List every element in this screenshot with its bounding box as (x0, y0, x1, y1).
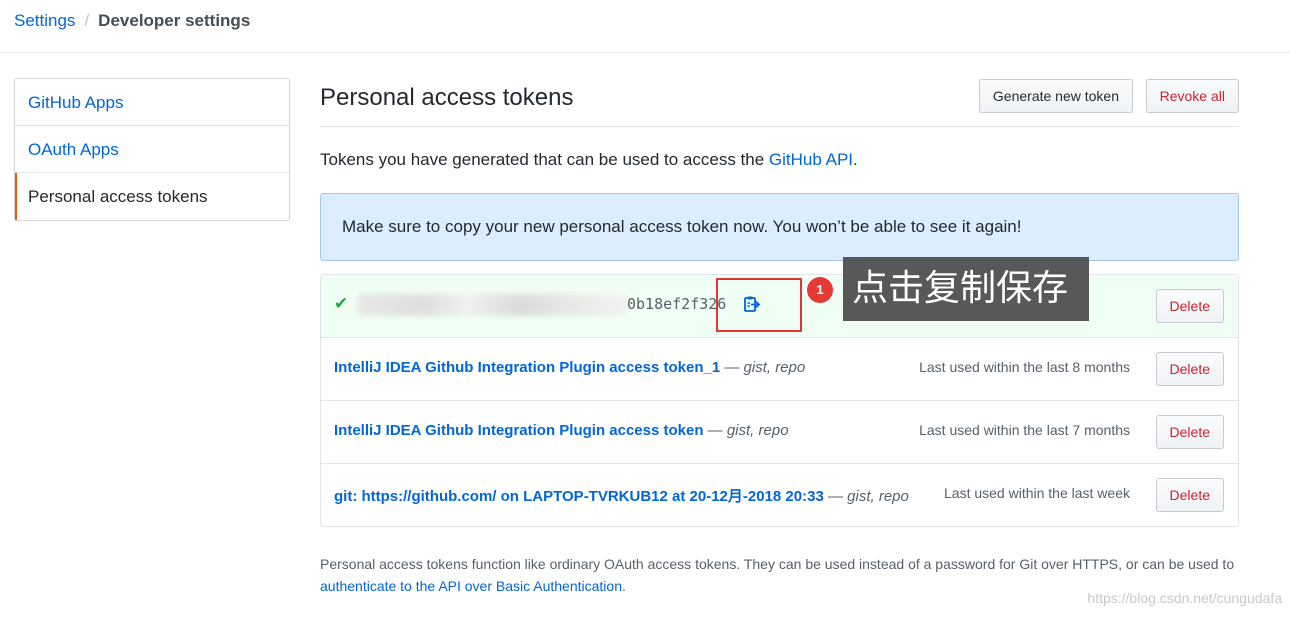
token-scopes: gist, repo (743, 359, 806, 376)
copy-highlight-box (716, 278, 802, 332)
delete-token-button[interactable]: Delete (1155, 415, 1224, 449)
generate-new-token-button[interactable]: Generate new token (978, 79, 1133, 113)
token-separator: — (707, 422, 723, 439)
intro-sentence: Tokens you have generated that can be us… (320, 150, 769, 169)
token-separator: — (827, 488, 843, 505)
flash-notice: Make sure to copy your new personal acce… (320, 193, 1239, 261)
token-row: IntelliJ IDEA Github Integration Plugin … (321, 338, 1238, 401)
token-row: git: https://github.com/ on LAPTOP-TVRKU… (321, 464, 1238, 526)
breadcrumb: Settings / Developer settings (14, 10, 250, 32)
delete-token-button[interactable]: Delete (1155, 478, 1224, 512)
token-row: IntelliJ IDEA Github Integration Plugin … (321, 401, 1238, 464)
note-text: Personal access tokens function like ord… (320, 556, 1235, 572)
token-scopes: gist, repo (726, 422, 789, 439)
token-name-link[interactable]: IntelliJ IDEA Github Integration Plugin … (334, 422, 704, 439)
breadcrumb-settings-link[interactable]: Settings (14, 11, 75, 30)
new-token-row: ✔ 0b18ef2f326 1 点击复制保存 Delete (321, 257, 1238, 338)
delete-token-button[interactable]: Delete (1155, 289, 1224, 323)
intro-suffix: . (853, 150, 858, 169)
sidebar-item-github-apps[interactable]: GitHub Apps (15, 79, 289, 126)
watermark: https://blog.csdn.net/cungudafa (1087, 590, 1282, 606)
sidebar-item-personal-access-tokens[interactable]: Personal access tokens (15, 173, 289, 220)
page-title: Personal access tokens (320, 84, 574, 111)
token-description: git: https://github.com/ on LAPTOP-TVRKU… (334, 485, 909, 506)
token-description: IntelliJ IDEA Github Integration Plugin … (334, 359, 805, 376)
top-bar: Settings / Developer settings (0, 0, 1290, 53)
developer-settings-sidebar: GitHub Apps OAuth Apps Personal access t… (14, 78, 290, 221)
token-separator: — (724, 359, 740, 376)
token-last-used: Last used within the last 7 months (919, 422, 1130, 438)
token-name-link[interactable]: git: https://github.com/ on LAPTOP-TVRKU… (334, 488, 824, 505)
sidebar-item-oauth-apps[interactable]: OAuth Apps (15, 126, 289, 173)
annotation-callout: 点击复制保存 (843, 257, 1089, 321)
delete-token-button[interactable]: Delete (1155, 352, 1224, 386)
main-content: Personal access tokens Generate new toke… (320, 78, 1239, 527)
github-api-link[interactable]: GitHub API (769, 150, 853, 169)
token-scopes: gist, repo (847, 488, 909, 505)
token-last-used: Last used within the last week (944, 485, 1130, 501)
subhead: Personal access tokens Generate new toke… (320, 78, 1239, 127)
check-icon: ✔ (334, 294, 349, 313)
token-value[interactable]: 0b18ef2f326 (627, 295, 726, 313)
note-suffix: . (621, 578, 626, 594)
redacted-token (357, 294, 629, 316)
step-badge: 1 (807, 277, 833, 303)
breadcrumb-current: Developer settings (98, 11, 251, 30)
token-name-link[interactable]: IntelliJ IDEA Github Integration Plugin … (334, 359, 720, 376)
intro-text: Tokens you have generated that can be us… (320, 150, 858, 170)
basic-auth-link[interactable]: authenticate to the API over Basic Authe… (320, 578, 622, 594)
token-last-used: Last used within the last 8 months (919, 359, 1130, 375)
token-list: ✔ 0b18ef2f326 1 点击复制保存 Delete IntelliJ I… (320, 257, 1239, 527)
breadcrumb-separator: / (84, 11, 90, 30)
token-description: IntelliJ IDEA Github Integration Plugin … (334, 422, 789, 439)
revoke-all-button[interactable]: Revoke all (1145, 79, 1239, 113)
